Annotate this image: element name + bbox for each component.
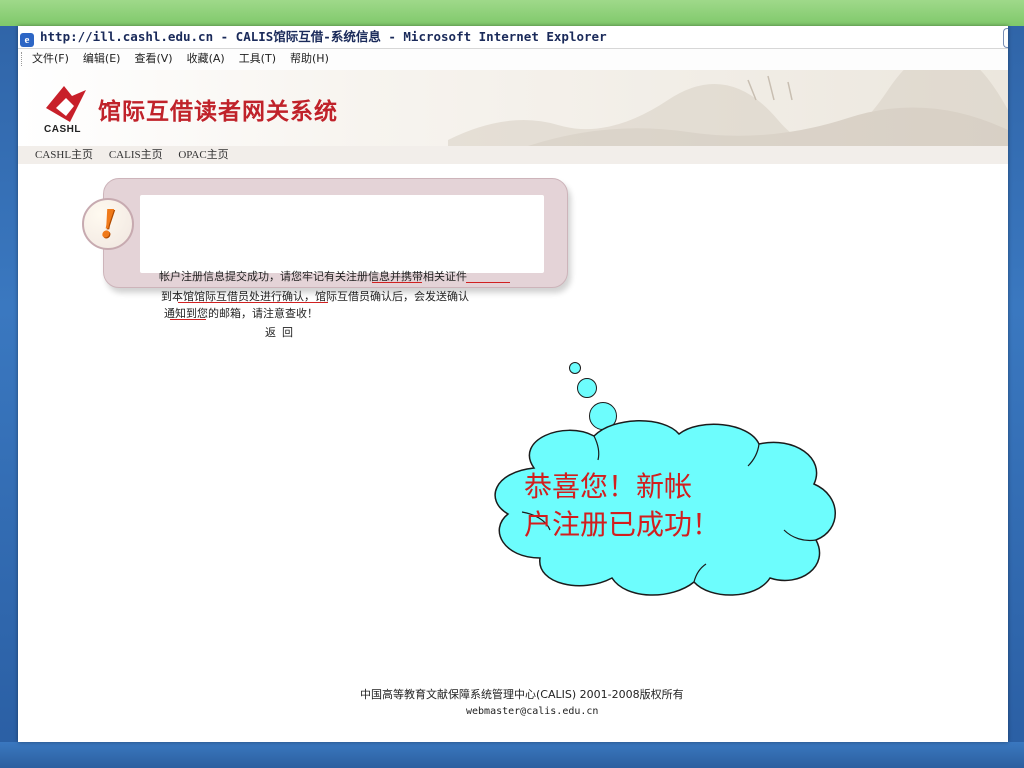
thought-dot	[577, 378, 597, 398]
callout-line-2: 户注册已成功！	[524, 508, 721, 541]
menubar: 文件(F) 编辑(E) 查看(V) 收藏(A) 工具(T) 帮助(H)	[18, 48, 1008, 71]
slide-bottom-band	[0, 742, 1024, 768]
menu-favorites[interactable]: 收藏(A)	[187, 52, 225, 65]
site-banner: CASHL 馆际互借读者网关系统	[18, 70, 1008, 146]
message-box	[140, 195, 544, 273]
callout-text: 恭喜您！新帐 户注册已成功！	[524, 468, 784, 544]
toolbar-grip[interactable]	[21, 52, 24, 66]
thought-dot	[569, 362, 581, 374]
footer-email[interactable]: webmaster@calis.edu.cn	[466, 706, 598, 717]
annotation-underline	[170, 319, 206, 320]
logo-text: CASHL	[44, 124, 81, 135]
menu-edit[interactable]: 编辑(E)	[83, 52, 121, 65]
callout-line-1: 恭喜您！新帐	[524, 470, 693, 503]
menu-help[interactable]: 帮助(H)	[290, 52, 329, 65]
window-titlebar[interactable]: e http://ill.cashl.edu.cn - CALIS馆际互借-系统信…	[18, 26, 1008, 48]
exclamation-icon: !	[82, 198, 134, 250]
menu-tools[interactable]: 工具(T)	[239, 52, 276, 65]
annotation-underline	[466, 282, 510, 283]
menu-file[interactable]: 文件(F)	[32, 52, 69, 65]
window-control-edge[interactable]	[1003, 28, 1008, 48]
site-title: 馆际互借读者网关系统	[98, 99, 338, 125]
back-link[interactable]: 返回	[265, 324, 299, 340]
nav-link-cashl[interactable]: CASHL主页	[35, 149, 93, 161]
landscape-painting	[448, 70, 1008, 146]
menu-view[interactable]: 查看(V)	[134, 52, 172, 65]
footer-copyright: 中国高等教育文献保障系统管理中心(CALIS) 2001-2008版权所有	[360, 688, 684, 701]
nav-link-calis[interactable]: CALIS主页	[109, 149, 163, 161]
nav-link-opac[interactable]: OPAC主页	[178, 149, 228, 161]
slide-top-band	[0, 0, 1024, 26]
ie-page-icon: e	[20, 33, 34, 47]
window-title: http://ill.cashl.edu.cn - CALIS馆际互借-系统信息…	[40, 29, 607, 44]
annotation-underline	[372, 282, 422, 283]
cashl-logo-icon	[46, 86, 86, 122]
web-page: CASHL 馆际互借读者网关系统 CASHL主页 CALIS主页 OPAC主页 …	[18, 70, 1008, 742]
top-nav: CASHL主页 CALIS主页 OPAC主页	[18, 146, 1008, 164]
annotation-underline	[178, 302, 328, 303]
browser-window: e http://ill.cashl.edu.cn - CALIS馆际互借-系统信…	[18, 26, 1008, 742]
